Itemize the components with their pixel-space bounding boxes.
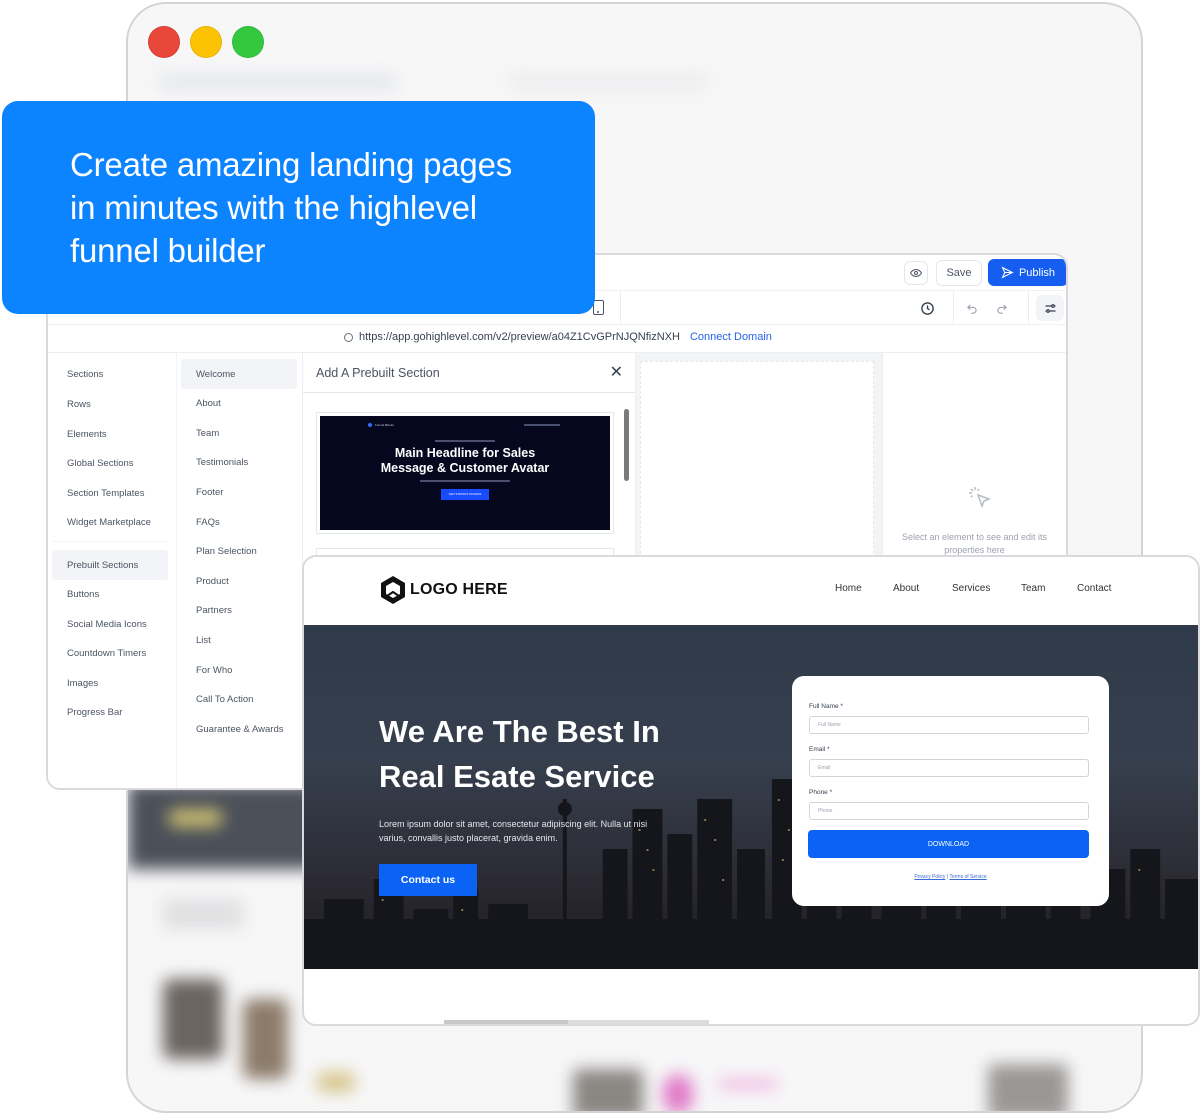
close-icon[interactable]: ✕ <box>610 363 623 383</box>
landing-logo[interactable]: LOGO HERE <box>380 575 508 605</box>
sidebar-item-progress-bar[interactable]: Progress Bar <box>52 697 168 727</box>
sidebar-item-countdown-timers[interactable]: Countdown Timers <box>52 638 168 668</box>
category-item-about[interactable]: About <box>181 389 297 419</box>
category-item-faqs[interactable]: FAQs <box>181 507 297 537</box>
cursor-click-icon <box>969 487 992 509</box>
category-item-footer[interactable]: Footer <box>181 477 297 507</box>
hero-title: We Are The Best In Real Esate Service <box>379 714 660 794</box>
sidebar-item-global-sections[interactable]: Global Sections <box>52 448 168 478</box>
sidebar-item-prebuilt-sections[interactable]: Prebuilt Sections <box>52 550 168 580</box>
settings-button[interactable] <box>1036 295 1064 321</box>
preview-url[interactable]: https://app.gohighlevel.com/v2/preview/a… <box>359 331 680 343</box>
nav-link-services[interactable]: Services <box>952 583 990 594</box>
thumbnail-kicker <box>435 440 495 442</box>
category-item-for-who[interactable]: For Who <box>181 655 297 685</box>
hero-section: We Are The Best In Real Esate Service Lo… <box>304 625 1198 969</box>
privacy-policy-link[interactable]: Privacy Policy <box>914 874 945 880</box>
history-icon[interactable] <box>918 299 936 317</box>
publish-button[interactable]: Publish <box>988 259 1066 286</box>
category-item-guarantee-awards[interactable]: Guarantee & Awards <box>181 714 297 744</box>
url-status-icon <box>344 332 353 342</box>
category-item-list[interactable]: List <box>181 625 297 655</box>
sidebar-item-social-media-icons[interactable]: Social Media Icons <box>52 609 168 639</box>
category-item-call-to-action[interactable]: Call To Action <box>181 685 297 715</box>
category-item-partners[interactable]: Partners <box>181 596 297 626</box>
sliders-icon <box>1045 303 1055 313</box>
contact-us-button[interactable]: Contact us <box>379 864 477 896</box>
hexagon-logo-icon <box>381 576 405 604</box>
legal-separator: | <box>946 874 949 880</box>
section-categories: Welcome About Team Testimonials Footer FAQs Pl… <box>176 353 300 788</box>
lead-form: Full Name * Full Name Email * Email Phon… <box>792 676 1109 906</box>
sidebar-item-buttons[interactable]: Buttons <box>52 579 168 609</box>
eye-icon <box>910 268 922 278</box>
legal-links: Privacy Policy | Terms of Service <box>792 874 1109 880</box>
undo-icon[interactable] <box>963 299 981 317</box>
sidebar-item-section-templates[interactable]: Section Templates <box>52 478 168 508</box>
sidebar-item-rows[interactable]: Rows <box>52 389 168 419</box>
redo-icon[interactable] <box>993 299 1011 317</box>
nav-link-about[interactable]: About <box>893 583 919 594</box>
email-input[interactable]: Email <box>809 759 1089 777</box>
maximize-window-button[interactable] <box>232 26 264 58</box>
thumbnail-contact <box>524 424 560 426</box>
panel-title: Add A Prebuilt Section <box>316 365 440 380</box>
caption-line: Create amazing landing pages <box>70 146 513 183</box>
publish-label: Publish <box>1018 266 1056 279</box>
category-item-plan-selection[interactable]: Plan Selection <box>181 537 297 567</box>
scrollbar-thumb[interactable] <box>444 1020 568 1024</box>
thumbnail-headline: Main Headline for Sales Message & Custom… <box>380 446 550 475</box>
send-icon <box>1001 266 1014 279</box>
landing-page-preview: LOGO HERE Home About Services Team Conta… <box>302 555 1200 1026</box>
nav-link-contact[interactable]: Contact <box>1077 583 1111 594</box>
terms-of-service-link[interactable]: Terms of Service <box>949 874 986 880</box>
sidebar-item-images[interactable]: Images <box>52 668 168 698</box>
close-window-button[interactable] <box>148 26 180 58</box>
mobile-icon[interactable] <box>593 300 604 315</box>
element-sidebar: Sections Rows Elements Global Sections Secti… <box>48 353 176 788</box>
hero-description: Lorem ipsum dolor sit amet, consectetur … <box>379 819 648 843</box>
sidebar-item-sections[interactable]: Sections <box>52 359 168 389</box>
landing-header: LOGO HERE Home About Services Team Conta… <box>304 557 1198 625</box>
prebuilt-section-thumbnail[interactable]: Funnel Blocks Main Headline for Sales Me… <box>316 412 614 534</box>
category-item-team[interactable]: Team <box>181 418 297 448</box>
preview-button[interactable] <box>904 261 928 285</box>
full-name-input[interactable]: Full Name <box>809 716 1089 734</box>
preview-url-bar: https://app.gohighlevel.com/v2/preview/a… <box>48 325 1066 353</box>
sidebar-item-elements[interactable]: Elements <box>52 419 168 449</box>
thumbnail-logo: Funnel Blocks <box>368 423 394 427</box>
panel-header: Add A Prebuilt Section ✕ <box>303 353 635 393</box>
properties-empty-text: Select an element to see and edit its pr… <box>901 532 1048 555</box>
nav-link-team[interactable]: Team <box>1021 583 1045 594</box>
caption-line: funnel builder <box>70 232 266 269</box>
save-button[interactable]: Save <box>936 260 982 286</box>
thumbnail-subtext <box>420 480 510 482</box>
minimize-window-button[interactable] <box>190 26 222 58</box>
nav-link-home[interactable]: Home <box>835 583 862 594</box>
category-item-welcome[interactable]: Welcome <box>181 359 297 389</box>
feature-caption: Create amazing landing pages in minutes … <box>2 101 595 314</box>
panel-scrollbar[interactable] <box>624 409 629 481</box>
category-item-testimonials[interactable]: Testimonials <box>181 448 297 478</box>
download-button[interactable]: DOWNLOAD <box>808 830 1089 858</box>
email-label: Email * <box>809 746 830 753</box>
category-item-product[interactable]: Product <box>181 566 297 596</box>
thumbnail-button: GET INSTANT ACCESS <box>441 489 489 500</box>
connect-domain-link[interactable]: Connect Domain <box>690 331 772 343</box>
phone-label: Phone * <box>809 789 833 796</box>
horizontal-scrollbar[interactable] <box>444 1020 709 1024</box>
phone-input[interactable]: Phone <box>809 802 1089 820</box>
window-controls <box>148 26 264 58</box>
sidebar-divider <box>52 541 168 542</box>
sidebar-item-widget-marketplace[interactable]: Widget Marketplace <box>52 507 168 537</box>
landing-below-fold <box>304 969 1198 1024</box>
caption-line: in minutes with the highlevel <box>70 189 477 226</box>
full-name-label: Full Name * <box>809 703 843 710</box>
